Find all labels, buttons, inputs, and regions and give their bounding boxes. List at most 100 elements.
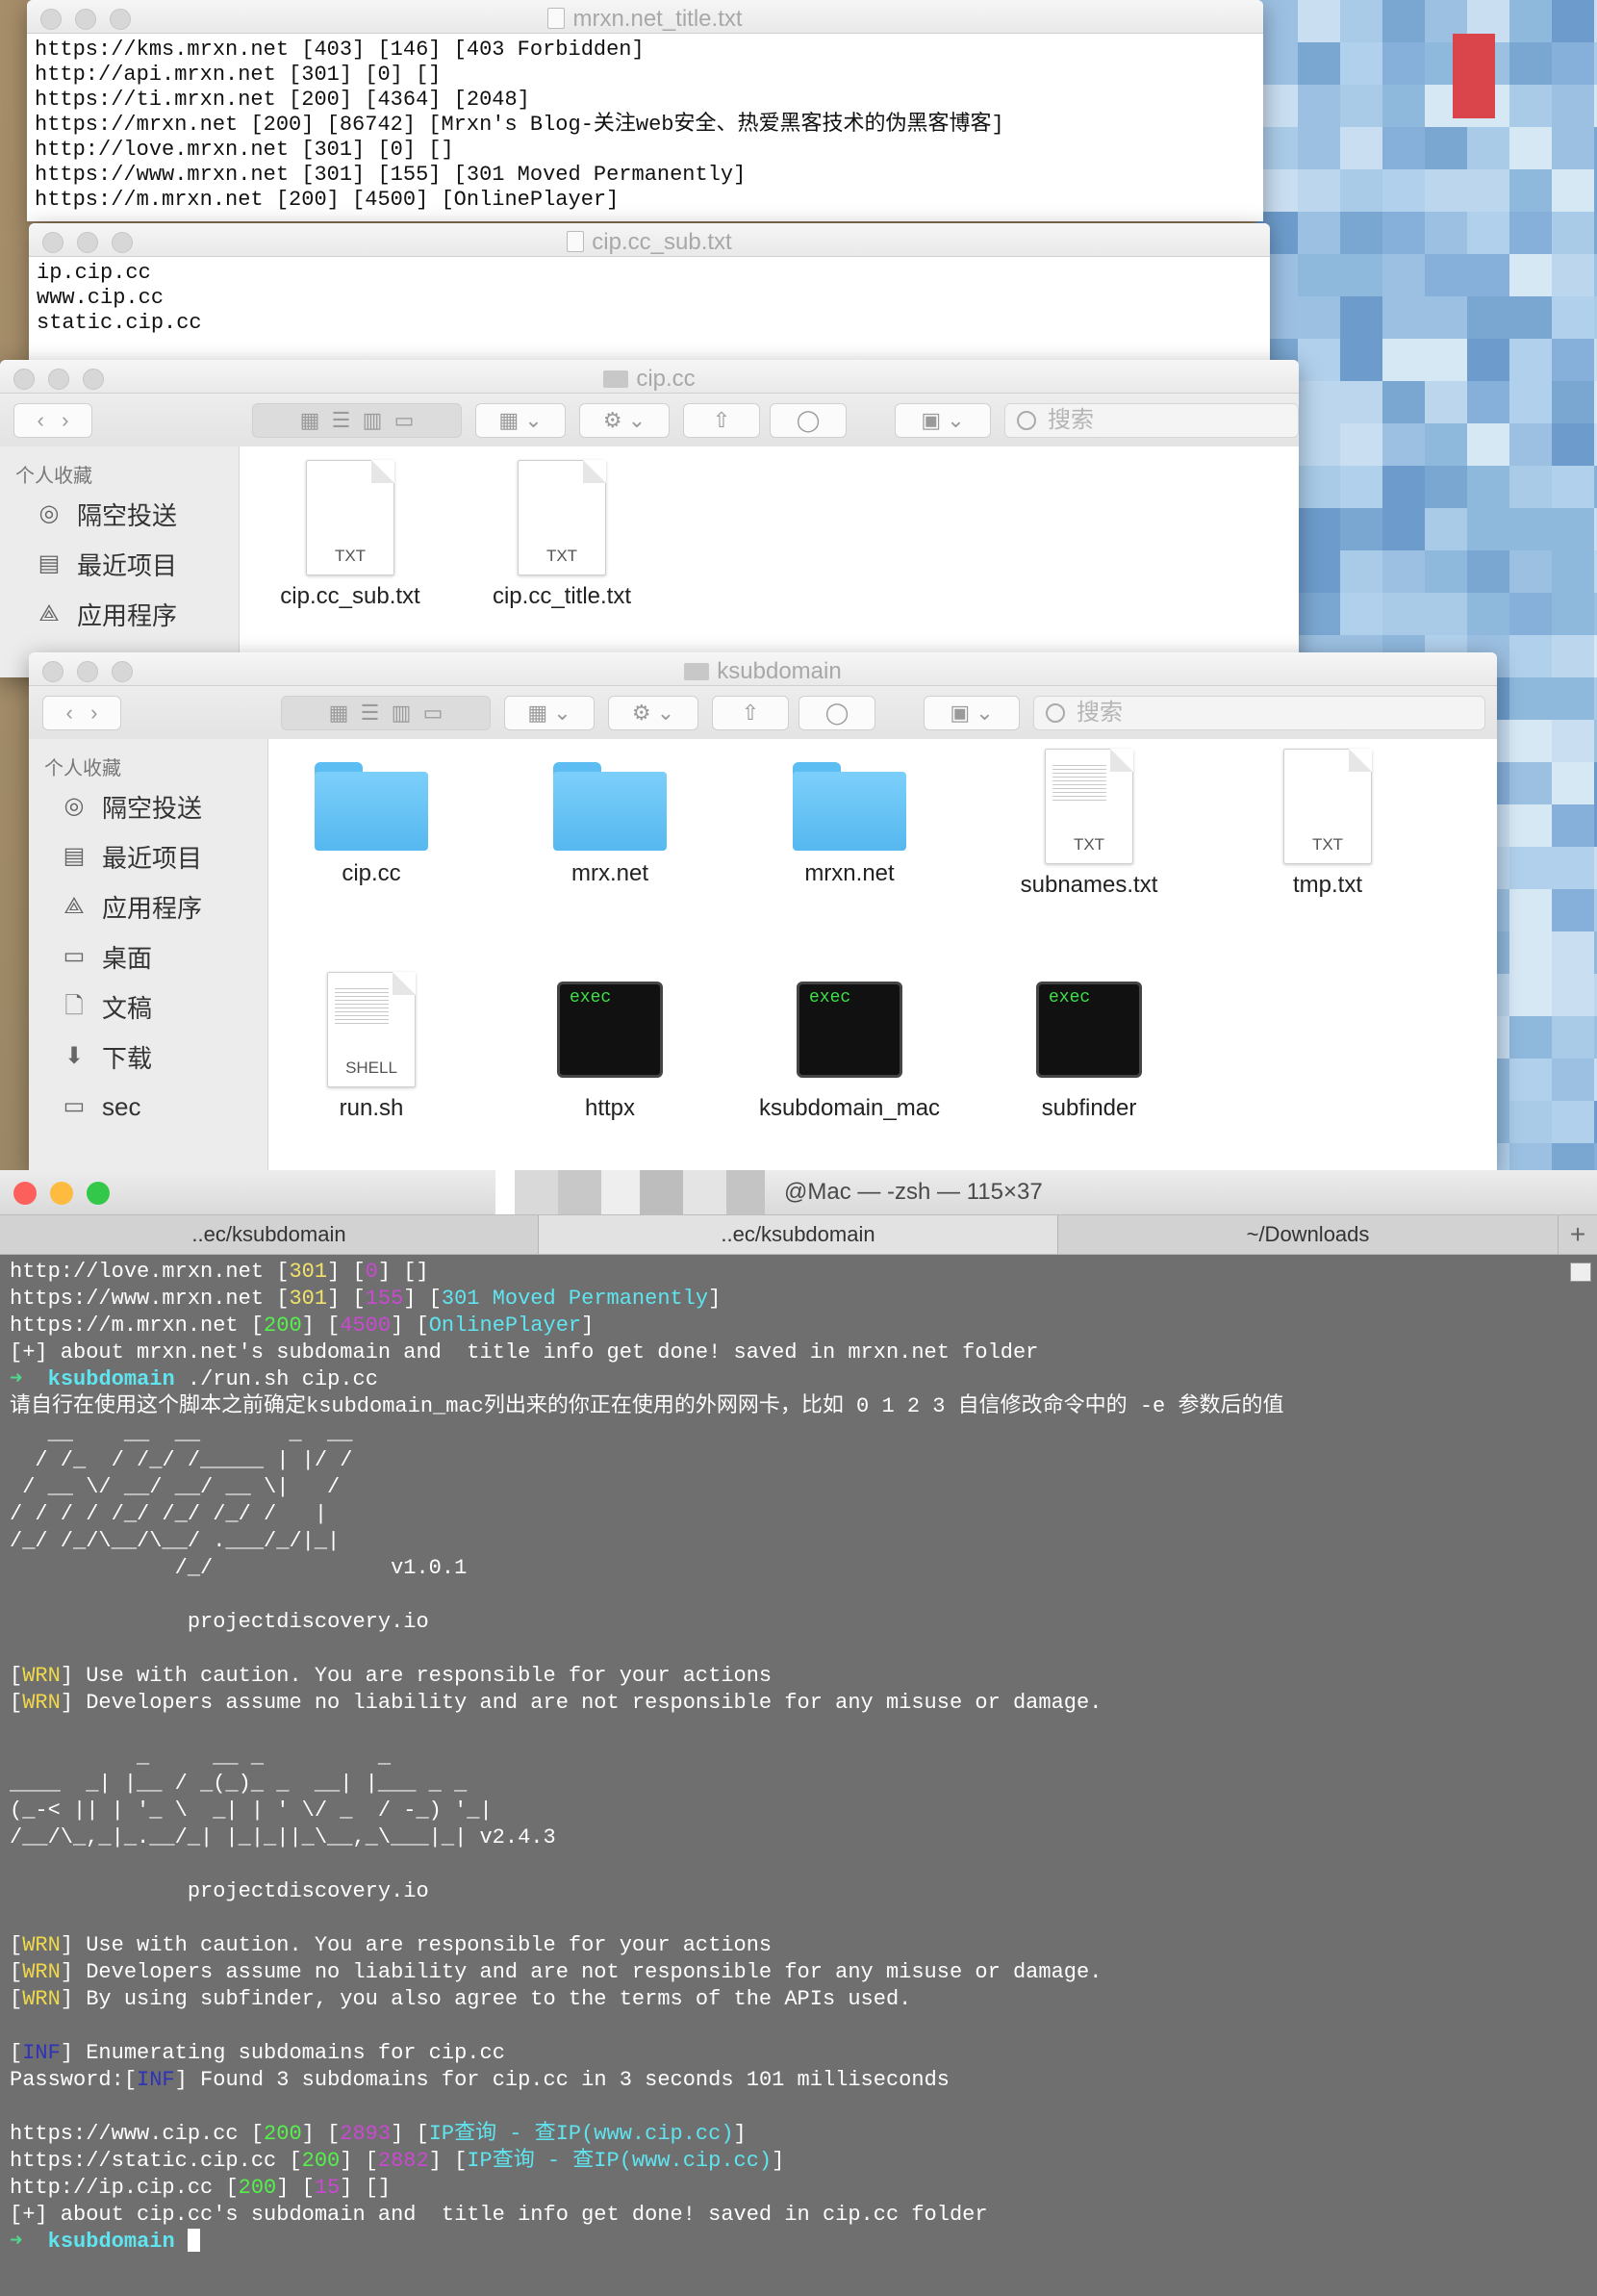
- sidebar-item-label: 最近项目: [102, 843, 203, 873]
- file-item[interactable]: TXT tmp.txt: [1236, 749, 1419, 899]
- group-button[interactable]: ▦ ⌄: [504, 696, 595, 730]
- item-name: mrx.net: [570, 860, 648, 886]
- terminal-line: [WRN] Use with caution. You are responsi…: [10, 1933, 773, 1957]
- finder-window-ksubdomain[interactable]: ksubdomain ‹ › ▦ ☰ ▥ ▭ ▦ ⌄ ⚙ ⌄ ⇧ ◯ ▣ ⌄ 搜…: [29, 652, 1497, 1172]
- sidebar-item-documents[interactable]: 🗋 文稿: [29, 982, 267, 1032]
- tab-ksubdomain-1[interactable]: ..ec/ksubdomain: [0, 1215, 539, 1254]
- sidebar-item-desktop[interactable]: ▭ 桌面: [29, 931, 267, 982]
- file-item[interactable]: TXT subnames.txt: [998, 749, 1180, 899]
- mosaic-tile: [1467, 466, 1509, 508]
- folder-item[interactable]: cip.cc: [280, 758, 463, 887]
- sidebar-item-airdrop[interactable]: ◎ 隔空投送: [29, 781, 267, 831]
- terminal-prompt-line[interactable]: ➜ ksubdomain: [10, 2229, 1587, 2256]
- back-forward-buttons[interactable]: ‹ ›: [42, 696, 121, 730]
- tag-icon[interactable]: ◯: [770, 403, 847, 438]
- mosaic-tile: [1298, 212, 1340, 254]
- mosaic-tile: [1340, 85, 1382, 127]
- mosaic-tile: [1382, 508, 1425, 550]
- window-titlebar[interactable]: ksubdomain: [29, 652, 1497, 686]
- folder-item[interactable]: mrxn.net: [758, 758, 941, 887]
- txt-file-icon: TXT: [306, 460, 394, 575]
- finder-toolbar: ‹ › ▦ ☰ ▥ ▭ ▦ ⌄ ⚙ ⌄ ⇧ ◯ ▣ ⌄ 搜索: [0, 394, 1299, 448]
- textedit-window-mrxn-title[interactable]: mrxn.net_title.txt https://kms.mrxn.net …: [27, 0, 1263, 221]
- new-tab-button[interactable]: +: [1559, 1215, 1597, 1254]
- redacted-username: [495, 1170, 765, 1214]
- share-icon[interactable]: ⇧: [712, 696, 789, 730]
- tab-ksubdomain-2[interactable]: ..ec/ksubdomain: [539, 1215, 1058, 1254]
- minimize-button[interactable]: [50, 1182, 73, 1205]
- search-icon: [1046, 703, 1065, 723]
- text-content[interactable]: https://kms.mrxn.net [403] [146] [403 Fo…: [27, 34, 1263, 217]
- share-icon[interactable]: ⇧: [683, 403, 760, 438]
- tag-icon[interactable]: ◯: [798, 696, 875, 730]
- mosaic-tile: [1509, 381, 1552, 423]
- folder-action-button[interactable]: ▣ ⌄: [924, 696, 1020, 730]
- mosaic-tile: [1509, 1059, 1552, 1101]
- terminal-line: http://love.mrxn.net [301] [0] []: [10, 1260, 429, 1284]
- mosaic-tile: [1509, 508, 1552, 550]
- sidebar-item-label: sec: [102, 1091, 141, 1121]
- exec-item[interactable]: exec ksubdomain_mac: [758, 972, 941, 1122]
- terminal-line: https://www.cip.cc [200] [2893] [IP查询 - …: [10, 2122, 747, 2146]
- exec-item[interactable]: exec httpx: [519, 972, 701, 1122]
- sidebar-item-downloads[interactable]: ⬇ 下载: [29, 1032, 267, 1082]
- folder-item[interactable]: mrx.net: [519, 758, 701, 887]
- sidebar-item-applications[interactable]: ⟁ 应用程序: [29, 881, 267, 931]
- mosaic-tile: [1340, 0, 1382, 42]
- mosaic-tile: [1425, 593, 1467, 635]
- back-forward-buttons[interactable]: ‹ ›: [13, 403, 92, 438]
- sidebar-item-recents[interactable]: ▤ 最近项目: [29, 831, 267, 881]
- sidebar-item-recents[interactable]: ▤ 最近项目: [0, 539, 239, 589]
- view-mode-buttons[interactable]: ▦ ☰ ▥ ▭: [252, 403, 462, 438]
- file-item[interactable]: TXT cip.cc_title.txt: [470, 460, 653, 610]
- window-titlebar[interactable]: @Mac — -zsh — 115×37: [0, 1170, 1597, 1215]
- mosaic-tile: [1298, 127, 1340, 169]
- mosaic-tile: [1382, 254, 1425, 296]
- mosaic-tile: [1382, 550, 1425, 593]
- mosaic-tile: [1298, 381, 1340, 423]
- file-item[interactable]: TXT cip.cc_sub.txt: [259, 460, 442, 610]
- view-mode-buttons[interactable]: ▦ ☰ ▥ ▭: [281, 696, 491, 730]
- window-title: mrxn.net_title.txt: [572, 6, 743, 32]
- sidebar-item-airdrop[interactable]: ◎ 隔空投送: [0, 489, 239, 539]
- tab-downloads[interactable]: ~/Downloads: [1058, 1215, 1559, 1254]
- window-titlebar[interactable]: mrxn.net_title.txt: [27, 0, 1263, 34]
- exec-item[interactable]: exec subfinder: [998, 972, 1180, 1122]
- terminal-line: [WRN] By using subfinder, you also agree…: [10, 1987, 912, 2011]
- group-button[interactable]: ▦ ⌄: [475, 403, 566, 438]
- terminal-tabs: ..ec/ksubdomain ..ec/ksubdomain ~/Downlo…: [0, 1215, 1597, 1255]
- file-item[interactable]: SHELL run.sh: [280, 972, 463, 1122]
- zoom-button[interactable]: [87, 1182, 110, 1205]
- folder-action-button[interactable]: ▣ ⌄: [895, 403, 991, 438]
- finder-window-cip[interactable]: cip.cc ‹ › ▦ ☰ ▥ ▭ ▦ ⌄ ⚙ ⌄ ⇧ ◯ ▣ ⌄ 搜索 个人…: [0, 360, 1299, 677]
- window-titlebar[interactable]: cip.cc_sub.txt: [29, 223, 1270, 257]
- mosaic-tile: [1382, 296, 1425, 339]
- item-name: httpx: [584, 1095, 636, 1121]
- terminal-output[interactable]: http://love.mrxn.net [301] [0] [] https:/…: [0, 1255, 1597, 2296]
- mosaic-tile: [1467, 339, 1509, 381]
- terminal-line: Password:[INF] Found 3 subdomains for ci…: [10, 2068, 950, 2092]
- mosaic-tile: [1298, 169, 1340, 212]
- textedit-window-cip-sub[interactable]: cip.cc_sub.txt ip.cip.cc www.cip.cc static…: [29, 223, 1270, 368]
- gear-icon[interactable]: ⚙ ⌄: [579, 403, 670, 438]
- mosaic-tile: [1552, 762, 1594, 804]
- mosaic-tile: [1453, 34, 1495, 118]
- mosaic-tile: [1552, 212, 1594, 254]
- mosaic-tile: [1467, 381, 1509, 423]
- gear-icon[interactable]: ⚙ ⌄: [608, 696, 698, 730]
- search-input[interactable]: 搜索: [1004, 403, 1299, 438]
- terminal-window[interactable]: @Mac — -zsh — 115×37 ..ec/ksubdomain ..e…: [0, 1170, 1597, 2296]
- window-title: cip.cc: [636, 366, 696, 392]
- airdrop-icon: ◎: [63, 793, 85, 819]
- text-content[interactable]: ip.cip.cc www.cip.cc static.cip.cc: [29, 257, 1270, 340]
- mosaic-tile: [1382, 381, 1425, 423]
- sidebar-item-applications[interactable]: ⟁ 应用程序: [0, 589, 239, 639]
- mosaic-tile: [1467, 593, 1509, 635]
- window-titlebar[interactable]: cip.cc: [0, 360, 1299, 394]
- close-button[interactable]: [13, 1182, 37, 1205]
- search-input[interactable]: 搜索: [1033, 696, 1485, 730]
- terminal-line: https://static.cip.cc [200] [2882] [IP查询…: [10, 2149, 785, 2173]
- mosaic-tile: [1425, 296, 1467, 339]
- sidebar-item-label: 隔空投送: [77, 500, 178, 530]
- sidebar-item-sec[interactable]: ▭ sec: [29, 1082, 267, 1132]
